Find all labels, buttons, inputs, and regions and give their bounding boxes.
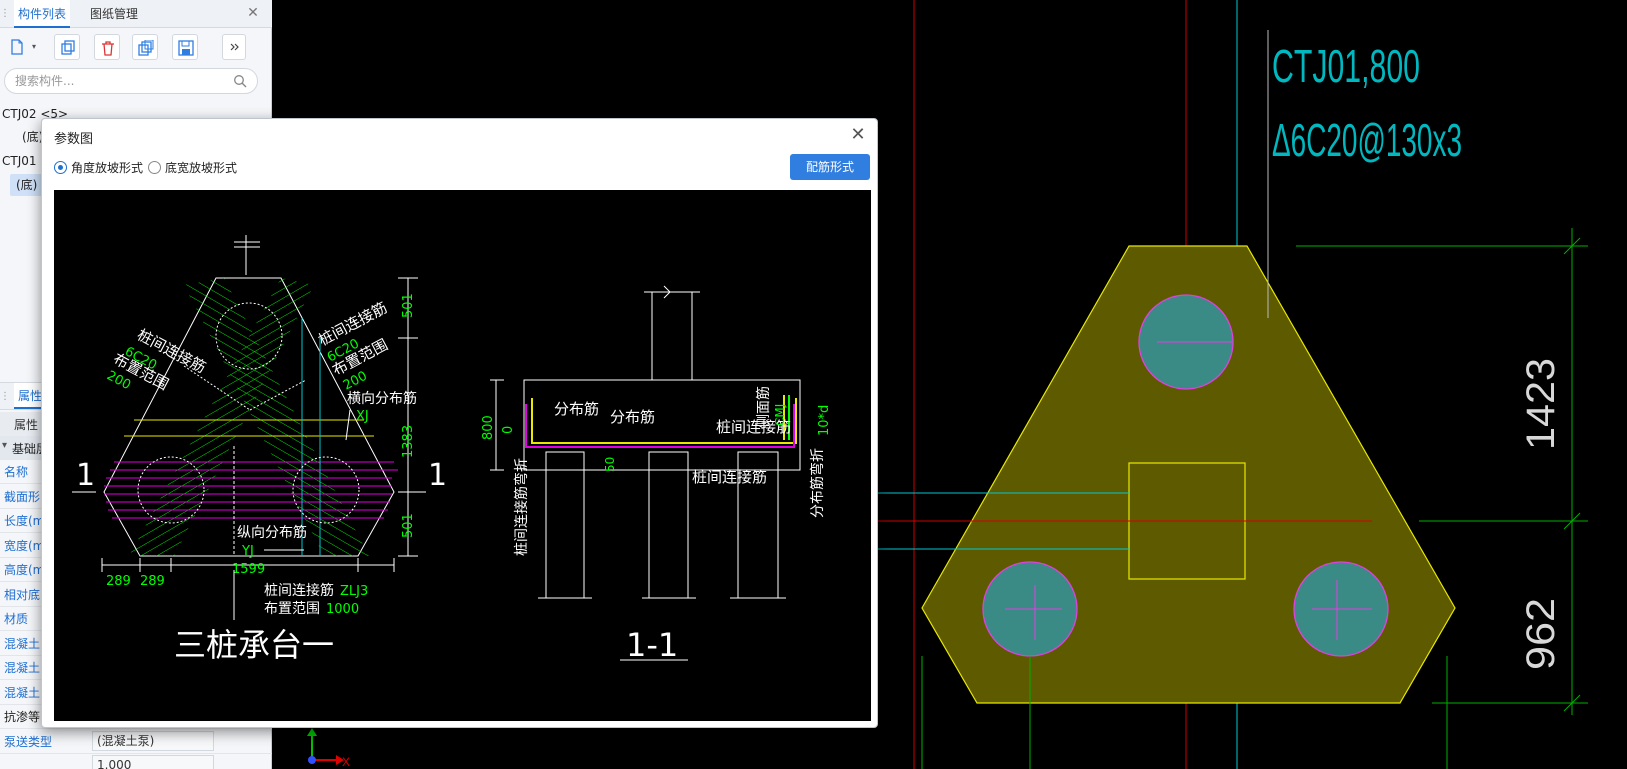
parameter-dialog: 参数图 ✕ 角度放坡形式 底宽放坡形式 配筋形式 1 1 501 1383 50… bbox=[41, 118, 878, 728]
property-name: 截面形 bbox=[4, 489, 41, 504]
value-range-bottom: 1000 bbox=[326, 602, 359, 617]
close-icon[interactable]: ✕ bbox=[847, 124, 869, 146]
property-name: 混凝土 bbox=[4, 636, 41, 651]
property-name: 混凝土 bbox=[4, 661, 41, 675]
property-row[interactable]: 1.000 bbox=[0, 753, 272, 769]
trash-icon bbox=[102, 41, 114, 56]
properties-header-label: 属性 bbox=[14, 418, 39, 432]
property-name: 高度(m bbox=[4, 563, 45, 577]
dimension-label-962: 962 bbox=[1519, 598, 1563, 670]
ucs-origin-icon bbox=[308, 756, 316, 764]
property-name: 相对底 bbox=[4, 587, 41, 602]
new-component-button[interactable] bbox=[4, 34, 30, 60]
label-transverse: 横向分布筋 bbox=[347, 390, 417, 407]
search-box bbox=[4, 68, 258, 94]
parameter-drawing: 1 1 501 1383 501 289 289 1599 桩间连接筋 6C20… bbox=[54, 190, 871, 721]
property-name: 宽度(m bbox=[4, 538, 45, 553]
ucs-x-label: X bbox=[342, 755, 350, 769]
section-vertical-right: 分布筋弯折 bbox=[809, 448, 826, 518]
tree-item-ctj01-sub[interactable]: (底) bbox=[10, 174, 44, 196]
dim-289-a: 289 bbox=[106, 574, 131, 589]
panel-tabs: ⋮ 构件列表 图纸管理 ✕ bbox=[0, 0, 272, 28]
value-link-bottom: ZLJ3 bbox=[340, 584, 368, 599]
save-icon bbox=[178, 40, 194, 56]
property-value-field[interactable]: 1.000 bbox=[92, 755, 214, 769]
radio-angle-slope[interactable]: 角度放坡形式 bbox=[54, 159, 143, 177]
drag-grip-icon[interactable]: ⋮ bbox=[0, 383, 10, 411]
copy-button[interactable] bbox=[54, 34, 80, 60]
tab-drawing-management[interactable]: 图纸管理 bbox=[86, 0, 142, 28]
pile-cap-label: CTJ01,800 bbox=[1272, 40, 1420, 92]
plan-title: 三桩承台一 bbox=[174, 626, 334, 664]
value-transverse: XJ bbox=[356, 409, 369, 424]
dim-1599: 1599 bbox=[232, 562, 265, 577]
rebar-horizontal bbox=[104, 461, 398, 519]
label-longitudinal: 纵向分布筋 bbox=[237, 524, 307, 541]
section-vertical-left: 桩间连接筋弯折 bbox=[513, 458, 530, 556]
section-mark-left: 1 bbox=[76, 458, 95, 493]
value-longitudinal: YJ bbox=[241, 544, 254, 559]
section-mark-right: 1 bbox=[428, 458, 447, 493]
property-name: 抗渗等 bbox=[4, 710, 41, 724]
collapse-icon[interactable]: ▾ bbox=[2, 440, 7, 451]
rebar-form-button[interactable]: 配筋形式 bbox=[790, 154, 870, 180]
rebar-label: Δ6C20@130x3 bbox=[1272, 114, 1462, 166]
copy-icon bbox=[61, 40, 75, 55]
chevron-down-icon[interactable]: ▾ bbox=[32, 34, 42, 60]
radio-label: 底宽放坡形式 bbox=[165, 161, 238, 175]
dim-501-top: 501 bbox=[401, 293, 416, 318]
dimension-label-1423: 1423 bbox=[1519, 358, 1563, 450]
dialog-title: 参数图 bbox=[54, 132, 94, 147]
delete-button[interactable] bbox=[94, 34, 120, 60]
dim-501-bottom: 501 bbox=[401, 513, 416, 538]
property-name: 混凝土 bbox=[4, 685, 41, 700]
search-icon[interactable] bbox=[233, 74, 247, 88]
section-view: 800 0 50 分布筋 分布筋 桩间连接筋 桩间连接筋 侧面筋 CMJ 10*… bbox=[481, 285, 832, 664]
property-name: 泵送类型 bbox=[4, 734, 53, 749]
new-file-icon bbox=[11, 39, 23, 55]
section-label-dist-1: 分布筋 bbox=[554, 400, 599, 418]
dim-289-b: 289 bbox=[140, 574, 165, 589]
double-chevron-right-icon bbox=[230, 43, 239, 51]
ucs-y-arrow-icon bbox=[307, 728, 317, 736]
tree-item-label: CTJ01 bbox=[2, 154, 37, 168]
tree-item-ctj01[interactable]: CTJ01 bbox=[2, 150, 37, 172]
radio-label: 角度放坡形式 bbox=[71, 161, 144, 175]
section-title: 1-1 bbox=[626, 626, 678, 664]
tab-component-list[interactable]: 构件列表 bbox=[14, 0, 71, 28]
tree-item-label: (底) bbox=[16, 178, 38, 192]
property-row[interactable]: 泵送类型 (混凝土泵) bbox=[0, 729, 272, 754]
section-value-side: CMJ bbox=[773, 404, 787, 426]
duplicate-icon bbox=[138, 40, 154, 56]
label-link-bottom: 桩间连接筋 bbox=[264, 582, 334, 599]
property-value-field[interactable]: (混凝土泵) bbox=[92, 730, 214, 751]
section-10d: 10*d bbox=[817, 405, 832, 436]
section-label-side: 侧面筋 bbox=[755, 386, 772, 428]
section-dim-50: 50 bbox=[603, 457, 617, 472]
close-icon[interactable]: ✕ bbox=[244, 4, 262, 22]
radio-unchecked-icon[interactable] bbox=[148, 161, 161, 174]
component-toolbar: ▾ bbox=[0, 32, 272, 64]
plan-view: 1 1 501 1383 501 289 289 1599 桩间连接筋 6C20… bbox=[72, 235, 447, 664]
radio-checked-icon[interactable] bbox=[54, 161, 67, 174]
section-label-dist-2: 分布筋 bbox=[610, 408, 655, 426]
radio-bottom-width-slope[interactable]: 底宽放坡形式 bbox=[148, 159, 237, 177]
label-range-bottom: 布置范围 bbox=[264, 600, 320, 617]
section-dim-0: 0 bbox=[501, 426, 516, 434]
property-name: 材质 bbox=[4, 612, 29, 626]
duplicate-button[interactable] bbox=[132, 34, 158, 60]
save-template-button[interactable] bbox=[172, 34, 198, 60]
parameter-drawing-svg: 1 1 501 1383 501 289 289 1599 桩间连接筋 6C20… bbox=[72, 235, 832, 664]
dim-1383: 1383 bbox=[401, 425, 416, 458]
more-button[interactable] bbox=[222, 34, 246, 60]
search-input[interactable] bbox=[15, 72, 225, 90]
section-dim-800: 800 bbox=[481, 415, 496, 440]
property-name: 长度(m bbox=[4, 514, 45, 528]
drag-grip-icon[interactable]: ⋮ bbox=[0, 0, 10, 28]
section-label-link-bottom: 桩间连接筋 bbox=[692, 468, 767, 486]
property-name: 名称 bbox=[4, 465, 29, 479]
